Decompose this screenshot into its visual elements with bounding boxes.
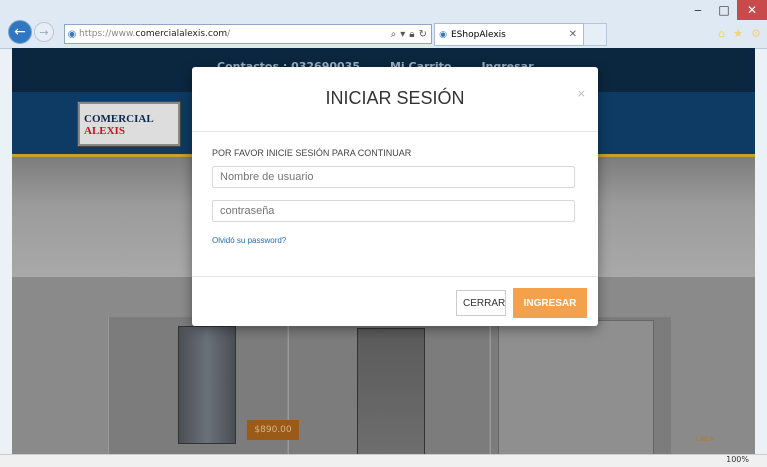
site-favicon-icon: ◉ [67, 28, 77, 40]
login-button[interactable]: INGRESAR [513, 288, 587, 318]
close-icon[interactable]: × [577, 87, 586, 100]
password-input[interactable] [212, 200, 575, 222]
minimize-icon[interactable]: ‒ [685, 0, 711, 20]
tab-favicon-icon: ◉ [439, 29, 447, 40]
url-suffix: / [227, 29, 231, 39]
address-bar[interactable]: ◉ https://www. comercialalexis.com / ⌕ ▾ 🔒… [64, 24, 432, 44]
gear-icon[interactable]: ⚙ [751, 27, 761, 40]
browser-tab[interactable]: ◉ EShopAlexis ✕ [434, 23, 584, 46]
url-prefix: https://www. [79, 29, 136, 39]
star-icon[interactable]: ★ [733, 27, 743, 40]
modal-header: INICIAR SESIÓN × [192, 67, 598, 132]
close-icon[interactable]: ✕ [737, 0, 767, 20]
lock-icon[interactable]: 🔒︎ [409, 29, 414, 40]
browser-chrome: ‒ □ ✕ ← → ◉ https://www. comercialalexis.… [0, 0, 767, 49]
status-bar: 100% [0, 454, 767, 467]
search-icon[interactable]: ⌕ [391, 29, 397, 40]
login-prompt: POR FAVOR INICIE SESIÓN PARA CONTINUAR [212, 148, 412, 158]
zoom-level[interactable]: 100% [726, 455, 749, 464]
dropdown-icon[interactable]: ▾ [400, 29, 405, 40]
url-host: comercialalexis.com [135, 29, 228, 39]
modal-title: INICIAR SESIÓN [325, 88, 465, 108]
maximize-icon[interactable]: □ [711, 0, 737, 20]
back-arrow-icon[interactable]: ← [8, 20, 32, 44]
forward-arrow-icon[interactable]: → [34, 22, 54, 42]
browser-window: ‒ □ ✕ ← → ◉ https://www. comercialalexis.… [0, 0, 767, 467]
username-input[interactable] [212, 166, 575, 188]
cancel-button[interactable]: CERRAR [456, 290, 506, 316]
address-tools: ⌕ ▾ 🔒︎ ↻ [391, 29, 431, 40]
tab-close-icon[interactable]: ✕ [569, 29, 583, 40]
home-icon[interactable]: ⌂ [718, 27, 725, 40]
navigation-buttons: ← → [8, 20, 54, 44]
login-modal: INICIAR SESIÓN × POR FAVOR INICIE SESIÓN… [192, 67, 598, 326]
web-page: Contactos : 032690035 Mi Carrito Ingresa… [12, 48, 755, 454]
window-controls: ‒ □ ✕ [685, 0, 767, 20]
new-tab-button[interactable] [584, 23, 607, 46]
refresh-icon[interactable]: ↻ [419, 29, 427, 40]
browser-toolbar-icons: ⌂ ★ ⚙ [718, 27, 761, 40]
forgot-password-link[interactable]: Olvidó su password? [212, 236, 286, 245]
tab-title: EShopAlexis [451, 29, 506, 40]
